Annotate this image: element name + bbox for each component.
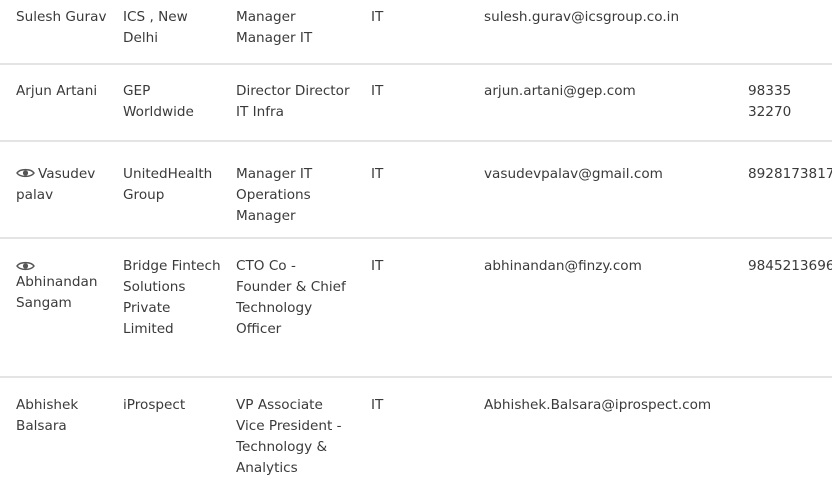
phone-cell: 8928173817 — [748, 166, 832, 182]
email-cell[interactable]: sulesh.gurav@icsgroup.co.in — [484, 7, 734, 28]
job-title-cell: CTO Co - Founder & Chief Technology Offi… — [236, 258, 346, 337]
table-row[interactable]: Arjun Artani GEP Worldwide Director Dire… — [0, 65, 832, 142]
email-cell[interactable]: vasudevpalav@gmail.com — [484, 164, 734, 185]
table-row[interactable]: Vasudev palav UnitedHealth Group Manager… — [0, 142, 832, 239]
contact-name-cell: Abhishek Balsara — [16, 395, 108, 437]
eye-icon[interactable] — [16, 167, 35, 179]
department-cell: IT — [371, 166, 384, 182]
contact-name-cell: Arjun Artani — [16, 81, 108, 102]
department-cell: IT — [371, 83, 384, 99]
department-cell: IT — [371, 258, 384, 274]
table-row[interactable]: Abhishek Balsara iProspect VP Associate … — [0, 378, 832, 488]
email-cell[interactable]: arjun.artani@gep.com — [484, 81, 734, 102]
contact-name-cell: Vasudev palav — [16, 164, 108, 206]
table-row[interactable]: Sulesh Gurav ICS , New Delhi Manager Man… — [0, 0, 832, 65]
contact-name: Abhishek Balsara — [16, 397, 79, 434]
company-cell: iProspect — [123, 397, 186, 413]
department-cell: IT — [371, 9, 384, 25]
phone-cell: 9845213696 — [748, 258, 832, 274]
job-title-cell: Director Director IT Infra — [236, 83, 350, 120]
contacts-table: Sulesh Gurav ICS , New Delhi Manager Man… — [0, 0, 832, 488]
email-cell[interactable]: abhinandan@finzy.com — [484, 256, 734, 277]
company-cell: UnitedHealth Group — [123, 166, 213, 203]
table-row[interactable]: Abhinandan Sangam Bridge Fintech Solutio… — [0, 239, 832, 378]
company-cell: ICS , New Delhi — [123, 9, 188, 46]
phone-cell: 98335 32270 — [748, 83, 792, 120]
eye-icon[interactable] — [16, 260, 35, 272]
contact-name-cell: Abhinandan Sangam — [16, 260, 108, 314]
contact-name: Sulesh Gurav — [16, 9, 107, 25]
company-cell: GEP Worldwide — [123, 83, 194, 120]
company-cell: Bridge Fintech Solutions Private Limited — [123, 258, 221, 337]
contact-name-cell: Sulesh Gurav — [16, 7, 108, 28]
email-cell[interactable]: Abhishek.Balsara@iprospect.com — [484, 395, 734, 416]
department-cell: IT — [371, 397, 384, 413]
contact-name: Abhinandan Sangam — [16, 274, 98, 311]
job-title-cell: VP Associate Vice President - Technology… — [236, 397, 342, 476]
job-title-cell: Manager Manager IT — [236, 9, 313, 46]
job-title-cell: Manager IT Operations Manager — [236, 166, 313, 224]
contact-name: Arjun Artani — [16, 83, 98, 99]
